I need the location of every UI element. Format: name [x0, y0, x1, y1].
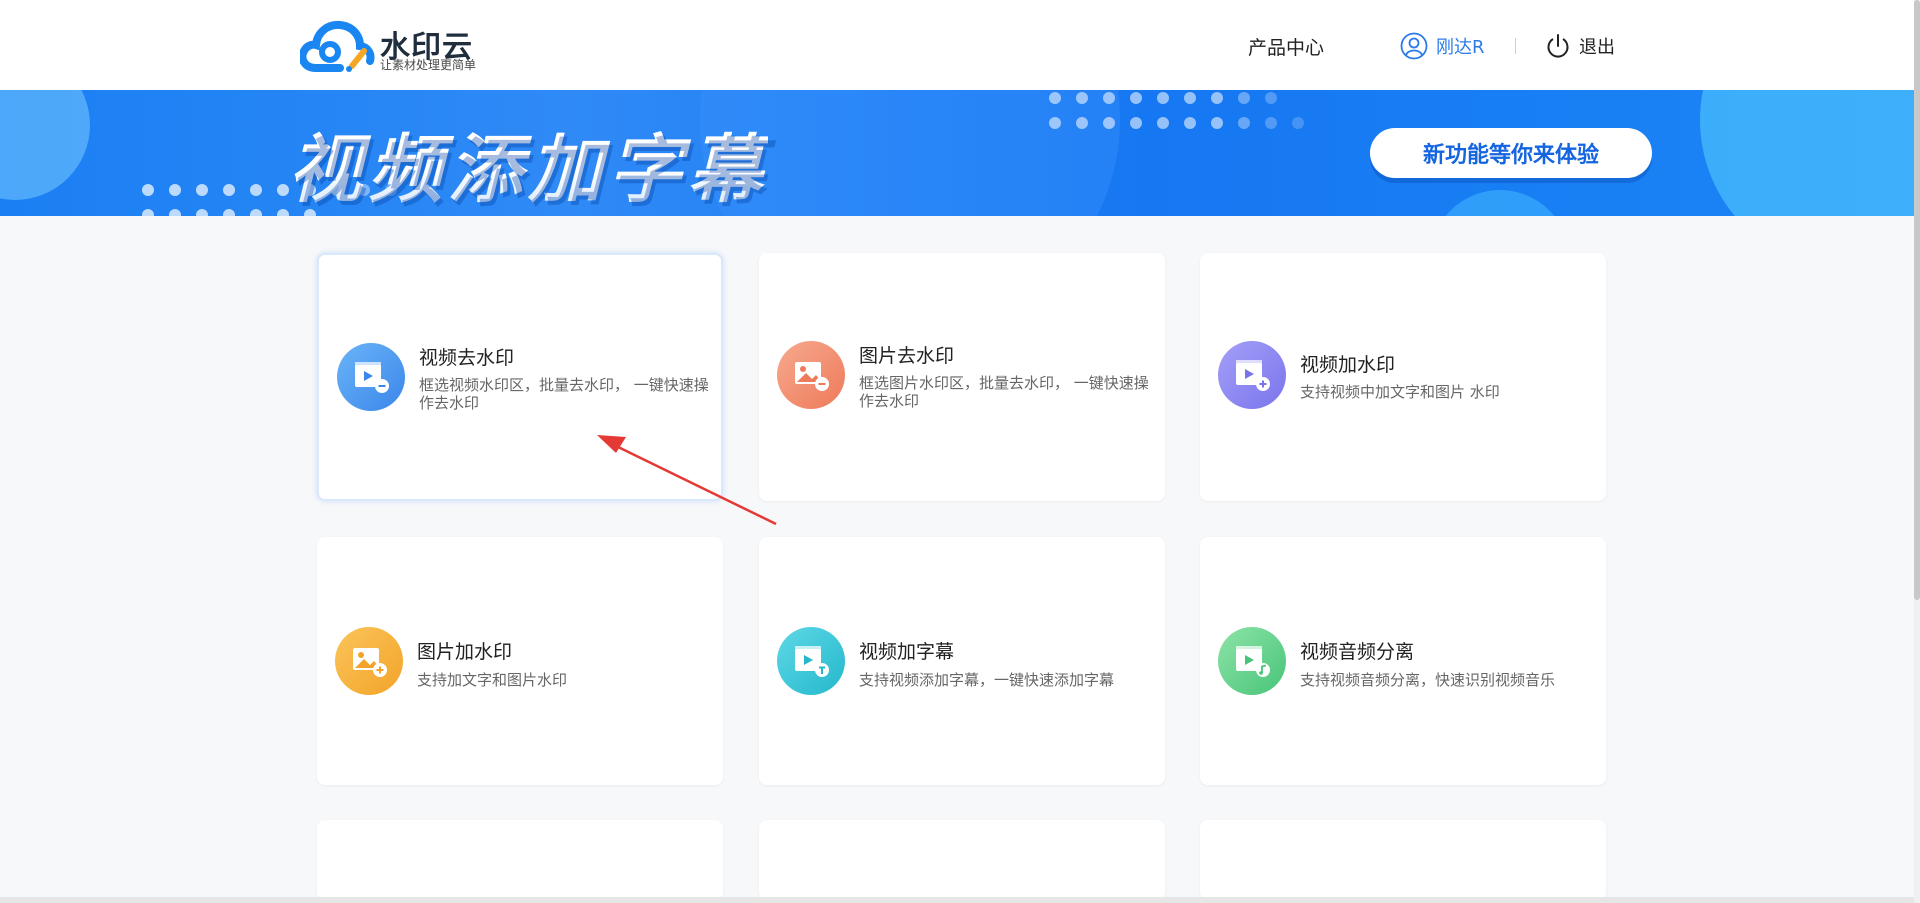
card-title: 视频音频分离 — [1300, 641, 1415, 663]
nav-divider — [1515, 38, 1516, 54]
card-video-audio-split[interactable]: 视频音频分离 支持视频音频分离，快速识别视频音乐 — [1200, 537, 1606, 785]
video-add-icon — [1218, 341, 1286, 409]
logout-button[interactable]: 退出 — [1545, 30, 1615, 62]
power-icon — [1547, 34, 1569, 58]
card-title: 视频加水印 — [1300, 354, 1396, 376]
card-description: 支持视频音频分离，快速识别视频音乐 — [1300, 671, 1556, 689]
card-description: 支持视频中加文字和图片 水印 — [1300, 383, 1500, 401]
card-description: 框选图片水印区，批量去水印， 一键快速操作去水印 — [859, 374, 1149, 410]
video-remove-icon — [337, 343, 405, 411]
banner-dots-right — [1049, 92, 1304, 129]
user-avatar-icon — [1400, 32, 1428, 60]
card-title: 图片加水印 — [417, 641, 513, 663]
promo-banner[interactable]: 视频添加字幕 新功能等你来体验 — [0, 90, 1914, 216]
cloud-logo-icon — [300, 20, 375, 72]
image-add-icon — [335, 627, 403, 695]
scrollbar-thumb[interactable] — [1914, 0, 1920, 600]
card-description: 框选视频水印区，批量去水印， 一键快速操作去水印 — [419, 376, 709, 412]
card-description: 支持加文字和图片水印 — [417, 671, 568, 689]
card-video-add-subtitle[interactable]: 视频加字幕 支持视频添加字幕，一键快速添加字幕 — [759, 537, 1165, 785]
card-image-add-watermark[interactable]: 图片加水印 支持加文字和图片水印 — [317, 537, 723, 785]
banner-decor-circle — [1700, 90, 1914, 216]
logo-subtitle: 让素材处理更简单 — [380, 58, 477, 72]
vertical-scrollbar[interactable] — [1914, 0, 1920, 903]
card-partial[interactable] — [1200, 820, 1606, 900]
banner-decor-circle — [1430, 190, 1570, 216]
banner-title: 视频添加字幕 — [288, 110, 768, 216]
card-description: 支持视频添加字幕，一键快速添加字幕 — [859, 671, 1115, 689]
user-menu[interactable]: 刚达R — [1400, 30, 1485, 62]
card-title: 图片去水印 — [859, 345, 955, 367]
logout-label: 退出 — [1579, 37, 1615, 58]
nav-product-center[interactable]: 产品中心 — [1248, 33, 1324, 60]
horizontal-scrollbar[interactable] — [0, 897, 1914, 903]
card-title: 视频加字幕 — [859, 641, 955, 663]
card-partial[interactable] — [317, 820, 723, 900]
video-audio-split-icon — [1218, 627, 1286, 695]
card-title: 视频去水印 — [419, 347, 515, 369]
user-name: 刚达R — [1436, 37, 1485, 58]
top-header: 水印云 让素材处理更简单 产品中心 刚达R 退出 — [0, 0, 1914, 90]
card-partial[interactable] — [759, 820, 1165, 900]
logo[interactable]: 水印云 让素材处理更简单 — [300, 18, 490, 74]
card-video-remove-watermark[interactable]: 视频去水印 框选视频水印区，批量去水印， 一键快速操作去水印 — [317, 253, 723, 501]
banner-cta-button[interactable]: 新功能等你来体验 — [1370, 128, 1652, 178]
card-video-add-watermark[interactable]: 视频加水印 支持视频中加文字和图片 水印 — [1200, 253, 1606, 501]
banner-decor-circle — [0, 90, 90, 200]
video-subtitle-icon — [777, 627, 845, 695]
card-image-remove-watermark[interactable]: 图片去水印 框选图片水印区，批量去水印， 一键快速操作去水印 — [759, 253, 1165, 501]
image-remove-icon — [777, 341, 845, 409]
